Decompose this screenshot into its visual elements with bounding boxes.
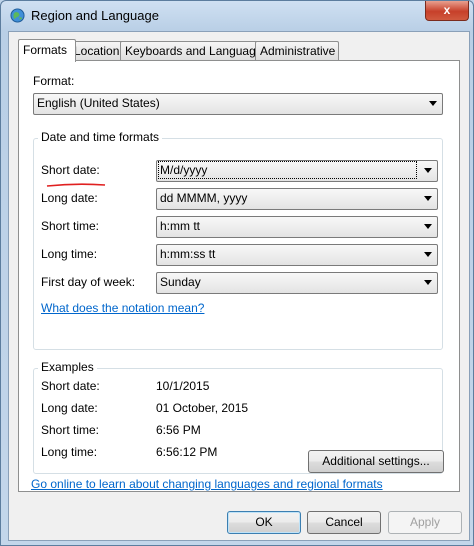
cancel-button[interactable]: Cancel bbox=[307, 511, 381, 534]
close-button[interactable]: x bbox=[425, 1, 469, 21]
example-short-time-value: 6:56 PM bbox=[156, 423, 201, 437]
window-title: Region and Language bbox=[31, 8, 159, 23]
example-short-date-label: Short date: bbox=[41, 379, 100, 393]
format-select[interactable]: English (United States) bbox=[33, 93, 443, 115]
apply-button[interactable]: Apply bbox=[388, 511, 462, 534]
example-long-time-value: 6:56:12 PM bbox=[156, 445, 218, 459]
title-bar[interactable]: Region and Language x bbox=[1, 1, 473, 31]
format-select-value: English (United States) bbox=[37, 96, 160, 110]
dialog-client-area: Formats Location Keyboards and Languages… bbox=[8, 31, 470, 541]
format-label: Format: bbox=[33, 74, 75, 88]
date-time-formats-group: Date and time formats Short date: M/d/yy… bbox=[33, 130, 443, 350]
tab-formats-label: Formats bbox=[23, 43, 68, 57]
tab-keyboards-label: Keyboards and Languages bbox=[125, 44, 269, 58]
tab-formats[interactable]: Formats bbox=[18, 39, 76, 62]
long-date-select[interactable]: dd MMMM, yyyy bbox=[156, 188, 438, 210]
chevron-down-icon bbox=[424, 252, 432, 257]
ok-label: OK bbox=[255, 515, 273, 529]
example-short-date-value: 10/1/2015 bbox=[156, 379, 210, 393]
example-long-time-label: Long time: bbox=[41, 445, 98, 459]
short-time-value: h:mm tt bbox=[160, 219, 201, 233]
short-time-select[interactable]: h:mm tt bbox=[156, 216, 438, 238]
additional-settings-button[interactable]: Additional settings... bbox=[308, 450, 444, 473]
tab-location-label: Location bbox=[74, 44, 120, 58]
tab-administrative[interactable]: Administrative bbox=[255, 41, 339, 60]
chevron-down-icon bbox=[424, 168, 432, 173]
examples-title: Examples bbox=[38, 360, 97, 374]
tab-keyboards-and-languages[interactable]: Keyboards and Languages bbox=[120, 41, 268, 60]
globe-icon bbox=[10, 8, 25, 23]
short-date-value: M/d/yyyy bbox=[158, 161, 417, 179]
long-time-label: Long time: bbox=[41, 247, 98, 261]
long-time-select[interactable]: h:mm:ss tt bbox=[156, 244, 438, 266]
dialog-window: Region and Language x Formats Location K… bbox=[0, 0, 474, 546]
formats-panel: Format: English (United States) Date and… bbox=[18, 60, 460, 492]
ok-button[interactable]: OK bbox=[227, 511, 301, 534]
long-date-value: dd MMMM, yyyy bbox=[160, 191, 248, 205]
red-annotation-underline bbox=[46, 183, 106, 187]
example-short-time-label: Short time: bbox=[41, 423, 100, 437]
chevron-down-icon bbox=[429, 101, 437, 106]
short-date-label: Short date: bbox=[41, 163, 100, 177]
first-day-of-week-select[interactable]: Sunday bbox=[156, 272, 438, 294]
chevron-down-icon bbox=[424, 224, 432, 229]
chevron-down-icon bbox=[424, 280, 432, 285]
long-date-label: Long date: bbox=[41, 191, 98, 205]
short-date-select[interactable]: M/d/yyyy bbox=[156, 160, 438, 182]
long-time-value: h:mm:ss tt bbox=[160, 247, 216, 261]
date-time-formats-title: Date and time formats bbox=[38, 130, 163, 144]
first-day-of-week-label: First day of week: bbox=[41, 275, 136, 289]
example-long-date-value: 01 October, 2015 bbox=[156, 401, 249, 415]
first-day-of-week-value: Sunday bbox=[160, 275, 201, 289]
online-help-link[interactable]: Go online to learn about changing langua… bbox=[31, 477, 383, 491]
cancel-label: Cancel bbox=[325, 515, 363, 529]
notation-help-link[interactable]: What does the notation mean? bbox=[41, 301, 204, 315]
apply-label: Apply bbox=[409, 515, 441, 529]
short-time-label: Short time: bbox=[41, 219, 100, 233]
example-long-date-label: Long date: bbox=[41, 401, 98, 415]
additional-settings-label: Additional settings... bbox=[322, 454, 430, 468]
close-icon: x bbox=[443, 3, 451, 17]
chevron-down-icon bbox=[424, 196, 432, 201]
tab-administrative-label: Administrative bbox=[260, 44, 336, 58]
